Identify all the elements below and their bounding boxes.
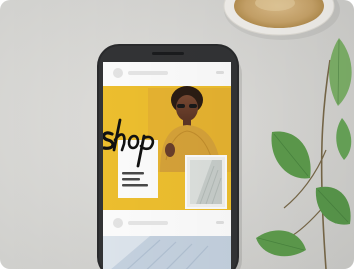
product-mockup-photo	[0, 0, 354, 269]
mockup-illustration	[0, 0, 354, 269]
